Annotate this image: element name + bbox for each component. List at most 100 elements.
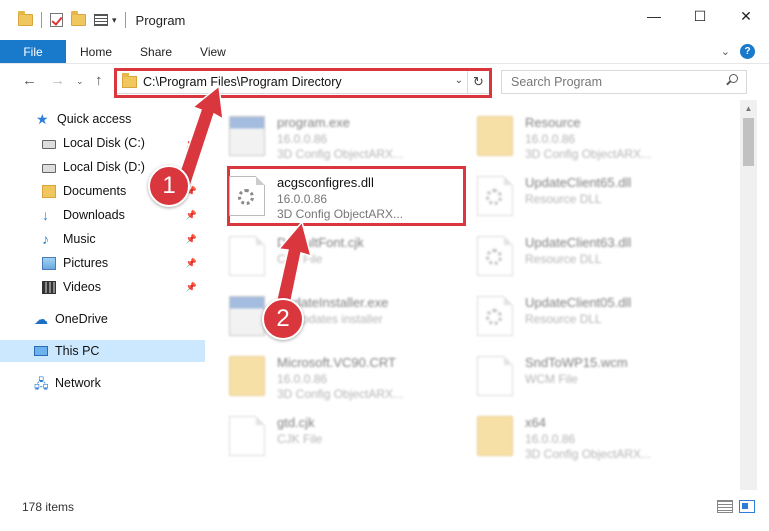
dll-gear-icon <box>477 296 513 336</box>
recent-locations-chevron-icon[interactable]: ⌄ <box>76 76 84 87</box>
disk-icon <box>42 164 56 173</box>
view-properties-icon[interactable] <box>94 14 108 26</box>
tab-file[interactable]: File <box>0 40 66 63</box>
tab-home[interactable]: Home <box>66 40 126 63</box>
file-item-acgsconfigres[interactable]: acgsconfigres.dll 16.0.0.86 3D Config Ob… <box>215 166 465 226</box>
file-item[interactable]: UpdateClient05.dll Resource DLL <box>463 286 713 346</box>
up-arrow-icon[interactable]: ↑ <box>95 72 103 89</box>
file-description: 3D Config ObjectARX... <box>525 147 652 161</box>
sidebar-item-this-pc[interactable]: This PC <box>0 340 205 362</box>
folder-icon <box>477 116 513 156</box>
file-item[interactable]: DefaultFont.cjk CJK File <box>215 226 465 286</box>
file-description: 3D Config ObjectARX... <box>525 447 652 461</box>
folder-icon <box>229 356 265 396</box>
file-item[interactable]: program.exe 16.0.0.86 3D Config ObjectAR… <box>215 106 465 166</box>
search-input[interactable]: Search Program <box>511 75 602 89</box>
help-icon[interactable]: ? <box>740 44 755 59</box>
customize-toolbar-chevron-icon[interactable]: ▾ <box>112 15 117 26</box>
file-version: 16.0.0.86 <box>525 432 576 446</box>
large-icons-view-icon[interactable] <box>739 500 755 513</box>
sidebar-item-videos[interactable]: Videos 📌 <box>0 276 205 298</box>
window-controls: — ☐ ✕ <box>631 0 769 32</box>
file-name: SndToWP15.wcm <box>525 355 628 370</box>
pin-icon[interactable]: 📌 <box>186 138 197 149</box>
pin-icon[interactable]: 📌 <box>186 258 197 269</box>
tab-view[interactable]: View <box>186 40 240 63</box>
item-count: 178 items <box>22 500 75 514</box>
properties-check-icon[interactable] <box>50 13 63 27</box>
pictures-icon <box>42 256 56 270</box>
sidebar-item-network[interactable]: 🖧 Network <box>0 372 205 394</box>
sidebar-item-pictures[interactable]: Pictures 📌 <box>0 252 205 274</box>
cloud-icon: ☁ <box>34 310 48 327</box>
quick-access-toolbar: ▾ <box>18 11 126 28</box>
sidebar-item-downloads[interactable]: ↓ Downloads 📌 <box>0 204 205 226</box>
folder-icon <box>477 416 513 456</box>
search-icon[interactable] <box>726 74 738 86</box>
file-item[interactable]: gtd.cjk CJK File <box>215 406 465 466</box>
tab-share[interactable]: Share <box>126 40 186 63</box>
documents-icon <box>42 184 56 198</box>
sidebar-item-music[interactable]: ♪ Music 📌 <box>0 228 205 250</box>
toolbar-divider <box>124 12 126 28</box>
file-item[interactable]: Resource 16.0.0.86 3D Config ObjectARX..… <box>463 106 713 166</box>
step-badge-1: 1 <box>148 165 190 207</box>
sidebar-item-quick-access[interactable]: ★ Quick access <box>0 108 205 130</box>
pin-icon[interactable]: 📌 <box>186 210 197 221</box>
file-item[interactable]: SndToWP15.wcm WCM File <box>463 346 713 406</box>
sidebar-item-onedrive[interactable]: ☁ OneDrive <box>0 308 205 330</box>
file-item[interactable]: UpdateClient65.dll Resource DLL <box>463 166 713 226</box>
file-name: UpdateClient05.dll <box>525 295 632 310</box>
dll-gear-icon <box>477 176 513 216</box>
document-icon <box>477 356 513 396</box>
file-name: Microsoft.VC90.CRT <box>277 355 396 370</box>
file-item[interactable]: UpdateInstaller.exe AY updates installer <box>215 286 465 346</box>
disk-icon <box>42 140 56 149</box>
sidebar-item-label: This PC <box>55 344 100 358</box>
step-badge-2: 2 <box>262 298 304 340</box>
search-box[interactable]: Search Program <box>501 70 747 94</box>
sidebar-item-label: Local Disk (D:) <box>63 160 145 174</box>
scroll-thumb[interactable] <box>743 118 754 166</box>
file-item[interactable]: Microsoft.VC90.CRT 16.0.0.86 3D Config O… <box>215 346 465 406</box>
toolbar-divider <box>41 12 42 28</box>
file-type: Resource DLL <box>525 312 602 326</box>
navigation-pane: ★ Quick access Local Disk (C:) 📌 Local D… <box>0 100 205 490</box>
details-view-icon[interactable] <box>717 500 733 513</box>
videos-icon <box>42 280 56 294</box>
sidebar-item-label: Local Disk (C:) <box>63 136 145 150</box>
folder-icon[interactable] <box>18 11 33 26</box>
file-item[interactable]: UpdateClient63.dll Resource DLL <box>463 226 713 286</box>
file-name: x64 <box>525 415 546 430</box>
file-version: 16.0.0.86 <box>277 192 328 206</box>
new-folder-icon[interactable] <box>71 11 86 26</box>
vertical-scrollbar[interactable]: ▲ <box>740 100 757 490</box>
window-title: Program <box>135 12 186 28</box>
file-version: 16.0.0.86 <box>277 372 328 386</box>
sidebar-item-local-disk-c[interactable]: Local Disk (C:) 📌 <box>0 132 205 154</box>
maximize-button[interactable]: ☐ <box>677 0 723 32</box>
pin-icon[interactable]: 📌 <box>186 162 197 173</box>
computer-icon <box>34 346 48 356</box>
forward-arrow-icon[interactable]: → <box>50 72 65 89</box>
file-description: 3D Config ObjectARX... <box>277 147 404 161</box>
document-icon <box>229 416 265 456</box>
pin-icon[interactable]: 📌 <box>186 234 197 245</box>
file-type: Resource DLL <box>525 252 602 266</box>
ribbon-tabs: File Home Share View ⌄ ? <box>0 40 769 64</box>
sidebar-item-label: Quick access <box>57 112 132 126</box>
exe-icon <box>229 296 265 336</box>
pin-icon[interactable]: 📌 <box>186 282 197 293</box>
view-switcher <box>717 500 755 513</box>
file-name: Resource <box>525 115 581 130</box>
expand-ribbon-chevron-icon[interactable]: ⌄ <box>721 45 730 58</box>
scroll-up-arrow-icon[interactable]: ▲ <box>740 100 757 117</box>
exe-icon <box>229 116 265 156</box>
file-item[interactable]: x64 16.0.0.86 3D Config ObjectARX... <box>463 406 713 466</box>
sidebar-item-label: Downloads <box>63 208 125 222</box>
ribbon-right-controls: ⌄ ? <box>721 44 755 59</box>
file-type: CJK File <box>277 432 323 446</box>
close-button[interactable]: ✕ <box>723 0 769 32</box>
minimize-button[interactable]: — <box>631 0 677 32</box>
back-arrow-icon[interactable]: ← <box>22 72 37 89</box>
